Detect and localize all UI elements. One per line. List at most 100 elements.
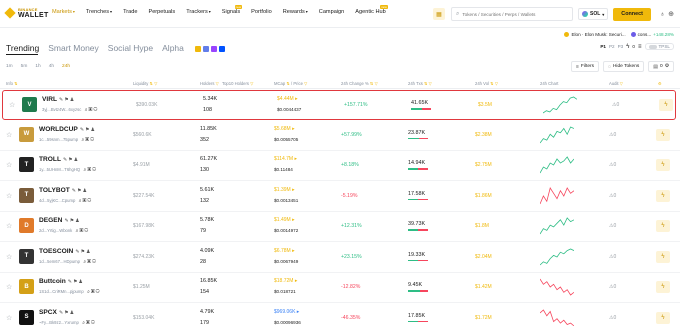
table-row[interactable]: ☆ B Buttcoin ✎⚑♟ 1S1d...CriRMn...pjpump ⌕… <box>0 273 680 303</box>
table-row[interactable]: ☆ D DEGEN ✎⚑♟ 2d...Yrtig...Wbonk ⌕▣⚇ $167… <box>0 212 680 242</box>
connect-button[interactable]: Connect <box>613 7 651 21</box>
binance-wallet-logo[interactable]: BINANCE WALLET <box>4 7 48 21</box>
table-row[interactable]: ☆ T TOLYBOT ✎⚑♟ 4d...5yjKC...Cpump ⌕▣⚇ $2… <box>0 182 680 212</box>
quick-buy-button[interactable]: ϟ <box>656 311 670 324</box>
copy-search-icons[interactable]: ⌕▣⚇ <box>81 167 97 173</box>
token-name[interactable]: SPCX ✎⚑♟ <box>39 309 75 316</box>
tab-trending[interactable]: Trending <box>6 43 39 53</box>
quick-buy-button[interactable]: ϟ <box>656 128 670 141</box>
nav-item-trade[interactable]: Trade <box>123 9 137 15</box>
token-address[interactable]: 1S1d...CriRMn...pjpump ⌕▣⚇ <box>39 289 101 295</box>
token-address[interactable]: 2d...Yrtig...Wbonk ⌕▣⚇ <box>39 228 89 234</box>
preset-p3[interactable]: P3 <box>618 44 624 49</box>
token-address[interactable]: 1c...59snm...75pump ⌕▣⚇ <box>39 137 95 143</box>
sol-chain-icon[interactable] <box>210 46 217 52</box>
quick-buy-button[interactable]: ϟ <box>656 189 670 202</box>
copy-search-icons[interactable]: ⌕▣⚇ <box>81 259 97 265</box>
nav-item-signals[interactable]: Signals new <box>222 5 243 15</box>
nav-item-agentic-hub[interactable]: Agentic Hub new <box>355 5 388 15</box>
col-liquidity[interactable]: Liquidity ⇅ ▽ <box>133 81 157 86</box>
timeframe-1m[interactable]: 1m <box>6 64 13 69</box>
timeframe-4h[interactable]: 4h <box>49 64 54 69</box>
copy-search-icons[interactable]: ⌕▣⚇ <box>76 198 92 204</box>
eth-chain-icon[interactable] <box>202 46 209 52</box>
col-change[interactable]: 24h Change % ⇅ ▽ <box>341 81 378 86</box>
col-mcap[interactable]: MCap ⇅ / Price ▽ <box>274 81 307 86</box>
timeframe-24h[interactable]: 24h <box>62 64 70 69</box>
quick-buy-button[interactable]: ϟ <box>656 159 670 171</box>
copy-search-icons[interactable]: ⌕▣⚇ <box>82 107 98 113</box>
quick-buy-button[interactable]: ϟ <box>656 281 670 293</box>
table-row[interactable]: ☆ T TOESCOIN ✎⚑♟ 1d...5em67...HDpump ⌕▣⚇ … <box>0 243 680 273</box>
star-icon[interactable]: ☆ <box>6 253 12 261</box>
star-icon[interactable]: ☆ <box>9 101 15 109</box>
nav-item-perpetuals[interactable]: Perpetuals <box>148 9 175 15</box>
col-action[interactable]: ⚙ <box>658 81 662 86</box>
preset-p1[interactable]: P1 <box>600 44 606 49</box>
token-address[interactable]: 1y...5UHnM...T6hgHQ ⌕▣⚇ <box>39 167 97 173</box>
star-icon[interactable]: ☆ <box>6 131 12 139</box>
tpsl-toggle[interactable]: TPSL <box>644 43 674 50</box>
table-row[interactable]: ☆ S SPCX ✎⚑♟ ~Fy...Bk9z2...Yxrump ⌕▣⚇ $15… <box>0 304 680 326</box>
copy-search-icons[interactable]: ⌕▣⚇ <box>79 137 95 143</box>
preset-p2[interactable]: P2 <box>609 44 615 49</box>
token-name[interactable]: DEGEN ✎⚑♟ <box>39 217 81 224</box>
star-icon[interactable]: ☆ <box>6 222 12 230</box>
ticker-item[interactable]: cons... +148.28% <box>630 31 674 37</box>
nav-item-campaign[interactable]: Campaign <box>319 9 345 15</box>
nav-item-trenches[interactable]: Trenches▾ <box>86 9 112 15</box>
token-name[interactable]: TROLL ✎⚑♟ <box>39 156 79 163</box>
ticker-item[interactable]: Elon · Elon Musk: Securi... <box>564 31 626 37</box>
nav-item-rewards[interactable]: Rewards▾ <box>283 9 308 15</box>
nav-item-trackers[interactable]: Trackers▾ <box>186 9 211 15</box>
token-name[interactable]: Buttcoin ✎⚑♟ <box>39 278 84 285</box>
tab-alpha[interactable]: Alpha <box>162 43 184 53</box>
quick-buy-button[interactable]: ϟ <box>659 99 673 111</box>
copy-search-icons[interactable]: ⌕▣⚇ <box>85 289 101 295</box>
search-input[interactable] <box>462 11 563 17</box>
search-box[interactable]: ⌕ <box>451 7 573 21</box>
token-name-text: SPCX <box>39 308 57 316</box>
timeframe-1h[interactable]: 1h <box>35 64 40 69</box>
col-txs[interactable]: 24h Txs ⇅ ▽ <box>408 81 432 86</box>
col-audit[interactable]: Audit ▽ <box>609 81 623 86</box>
token-address[interactable]: ~Fy...Bk9z2...Yxrump ⌕▣⚇ <box>39 320 96 326</box>
timeframe-5m[interactable]: 5m <box>21 64 28 69</box>
calendar-icon[interactable]: ▦ <box>433 8 445 20</box>
token-name[interactable]: WORLDCUP ✎⚑♟ <box>39 126 96 133</box>
star-icon[interactable]: ☆ <box>6 283 12 291</box>
bnb-chain-icon[interactable] <box>194 46 201 52</box>
quick-buy-button[interactable]: ϟ <box>656 250 670 263</box>
preset-amount[interactable]: 0 <box>632 44 635 49</box>
col-holders[interactable]: Holders ▽ <box>200 81 219 86</box>
token-name[interactable]: TOLYBOT ✎⚑♟ <box>39 187 88 194</box>
bulb-icon[interactable]: ♁ <box>660 11 665 18</box>
table-row[interactable]: ☆ V VIRL ✎⚑♟ 3yj...Bvtz4W...6xyzsc ⌕▣⚇ $3… <box>2 90 676 120</box>
token-name[interactable]: VIRL ✎⚑♟ <box>42 96 75 103</box>
globe-icon[interactable]: ⊕ <box>668 10 674 18</box>
copy-search-icons[interactable]: ⌕▣⚇ <box>80 320 96 326</box>
token-address[interactable]: 4d...5yjKC...Cpump ⌕▣⚇ <box>39 198 92 204</box>
token-name[interactable]: TOESCOIN ✎⚑♟ <box>39 248 91 255</box>
token-address[interactable]: 3yj...Bvtz4W...6xyzsc ⌕▣⚇ <box>42 107 98 113</box>
chain-selector[interactable]: SOL ▾ <box>578 8 609 20</box>
star-icon[interactable]: ☆ <box>6 161 12 169</box>
col-top10[interactable]: Top10 Holders ▽ <box>222 81 253 86</box>
tab-social-hype[interactable]: Social Hype <box>108 43 153 53</box>
col-info[interactable]: Info ⇅ <box>6 81 18 86</box>
quick-buy-button[interactable]: ϟ <box>656 220 670 232</box>
tab-smart-money[interactable]: Smart Money <box>48 43 99 53</box>
token-address[interactable]: 1d...5em67...HDpump ⌕▣⚇ <box>39 259 97 265</box>
hide-tokens-button[interactable]: ◌ Hide Tokens <box>602 61 645 72</box>
star-icon[interactable]: ☆ <box>6 314 12 322</box>
nav-item-markets[interactable]: Markets▾ <box>52 9 75 15</box>
table-row[interactable]: ☆ W WORLDCUP ✎⚑♟ 1c...59snm...75pump ⌕▣⚇ … <box>0 121 680 151</box>
filters-button[interactable]: ≡ Filters <box>571 61 599 72</box>
col-volume[interactable]: 24h Vol ⇅ ▽ <box>475 81 498 86</box>
base-chain-icon[interactable] <box>218 46 225 52</box>
nav-item-portfolio[interactable]: Portfolio <box>251 9 272 15</box>
table-row[interactable]: ☆ T TROLL ✎⚑♟ 1y...5UHnM...T6hgHQ ⌕▣⚇ $4.… <box>0 151 680 181</box>
copy-search-icons[interactable]: ⌕▣⚇ <box>73 228 89 234</box>
column-settings-button[interactable]: ▤ 0 ⚙ <box>648 61 674 72</box>
star-icon[interactable]: ☆ <box>6 192 12 200</box>
